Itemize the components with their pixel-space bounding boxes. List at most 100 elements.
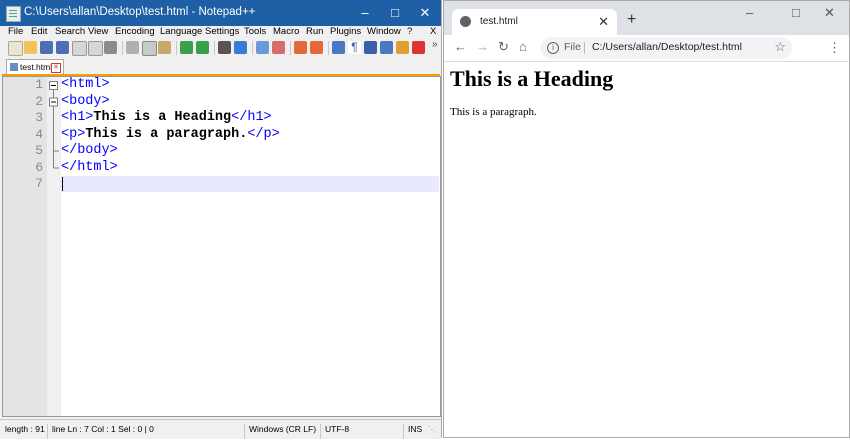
menu-language[interactable]: Language [160, 26, 202, 38]
menu-plugins[interactable]: Plugins [330, 26, 361, 38]
save-all-icon[interactable] [56, 41, 69, 54]
tab-label: test.html [20, 62, 53, 72]
minimize-icon[interactable]: – [746, 5, 753, 20]
code-line-2: <body> [61, 94, 110, 111]
menu-macro[interactable]: Macro [273, 26, 299, 38]
sync-horizontal-icon[interactable] [310, 41, 323, 54]
close-tab-icon[interactable]: ✕ [598, 14, 609, 30]
address-separator [584, 42, 585, 54]
menu-settings[interactable]: Settings [205, 26, 239, 38]
code-line-1: <html> [61, 77, 110, 94]
notepad-window-title: C:\Users\allan\Desktop\test.html - Notep… [24, 6, 256, 18]
bookmark-star-icon[interactable]: ☆ [774, 39, 786, 55]
tag-p-close: </p> [247, 126, 280, 142]
maximize-icon[interactable]: □ [380, 0, 410, 26]
toolbar-overflow-icon[interactable]: » [432, 39, 438, 50]
browser-menu-icon[interactable]: ⋮ [828, 40, 841, 56]
menu-run[interactable]: Run [306, 26, 323, 38]
print-icon[interactable] [104, 41, 117, 54]
browser-tab[interactable]: test.html ✕ [452, 9, 617, 35]
code-line-4: <p>This is a paragraph.</p> [61, 127, 280, 144]
status-encoding[interactable]: UTF-8 [325, 424, 349, 434]
address-bar[interactable]: i File C:/Users/allan/Desktop/test.html … [540, 37, 792, 59]
home-icon[interactable]: ⌂ [519, 39, 527, 54]
page-paragraph: This is a paragraph. [450, 106, 537, 118]
status-insert-mode[interactable]: INS [408, 424, 422, 434]
tag-body-open: <body> [61, 93, 110, 109]
tab-test-html[interactable]: test.html ✕ [6, 59, 64, 74]
toolbar-separator [122, 41, 123, 55]
record-macro-icon[interactable] [412, 41, 425, 54]
new-tab-icon[interactable]: + [627, 11, 636, 29]
menu-close-document[interactable]: X [430, 26, 436, 38]
close-tab-icon[interactable]: ✕ [51, 63, 61, 73]
status-eol[interactable]: Windows (CR LF) [249, 424, 316, 434]
reload-icon[interactable]: ↻ [498, 39, 509, 55]
rendered-page: This is a Heading This is a paragraph. [444, 62, 849, 437]
menu-view[interactable]: View [88, 26, 108, 38]
redo-icon[interactable] [196, 41, 209, 54]
menu-tools[interactable]: Tools [244, 26, 266, 38]
browser-toolbar: ← → ↻ ⌂ i File C:/Users/allan/Desktop/te… [444, 35, 849, 62]
status-separator [403, 424, 404, 439]
notepad-menubar: File Edit Search View Encoding Language … [0, 26, 441, 38]
find-icon[interactable] [218, 41, 231, 54]
menu-edit[interactable]: Edit [31, 26, 47, 38]
document-map-icon[interactable] [380, 41, 393, 54]
zoom-in-icon[interactable] [256, 41, 269, 54]
resize-grip-icon[interactable]: ⋱ [428, 425, 436, 434]
zoom-out-icon[interactable] [272, 41, 285, 54]
line-number: 3 [35, 110, 43, 125]
close-icon[interactable]: ✕ [410, 0, 440, 26]
back-arrow-icon[interactable]: ← [454, 39, 467, 54]
browser-window: test.html ✕ + – □ ✕ ← → ↻ ⌂ i File C:/Us… [443, 0, 850, 438]
undo-icon[interactable] [180, 41, 193, 54]
browser-tabstrip: test.html ✕ + – □ ✕ [444, 1, 849, 35]
menu-encoding[interactable]: Encoding [115, 26, 155, 38]
info-icon[interactable]: i [547, 42, 559, 54]
cut-icon[interactable] [126, 41, 139, 54]
toolbar-separator [214, 41, 215, 55]
maximize-icon[interactable]: □ [792, 5, 800, 20]
fold-margin [47, 77, 61, 416]
forward-arrow-icon[interactable]: → [476, 39, 489, 54]
menu-window[interactable]: Window [367, 26, 401, 38]
indent-guide-icon[interactable] [364, 41, 377, 54]
open-file-icon[interactable] [24, 41, 37, 54]
copy-icon[interactable] [142, 41, 157, 56]
close-file-icon[interactable] [72, 41, 87, 56]
tag-body-close: </body> [61, 143, 118, 158]
save-icon[interactable] [40, 41, 53, 54]
tag-h1-close: </h1> [231, 110, 272, 125]
line-number: 5 [35, 143, 43, 158]
code-editor[interactable]: 1 2 3 4 5 6 7 <html> <body> <h1>This is [2, 76, 441, 417]
function-list-icon[interactable] [396, 41, 409, 54]
notepad-toolbar: ¶ » [4, 39, 441, 57]
show-all-characters-icon[interactable]: ¶ [348, 41, 361, 54]
notepad-app-icon [6, 6, 21, 22]
close-all-icon[interactable] [88, 41, 103, 56]
sync-vertical-icon[interactable] [294, 41, 307, 54]
menu-search[interactable]: Search [55, 26, 85, 38]
replace-icon[interactable] [234, 41, 247, 54]
toolbar-separator [176, 41, 177, 55]
code-line-3: <h1>This is a Heading</h1> [61, 110, 272, 127]
code-line-5: </body> [61, 143, 118, 160]
line-number-gutter: 1 2 3 4 5 6 7 [3, 77, 47, 416]
address-url[interactable]: C:/Users/allan/Desktop/test.html [592, 41, 742, 53]
heading-text: This is a Heading [93, 110, 232, 125]
tag-p-open: <p> [61, 126, 86, 142]
close-icon[interactable]: ✕ [824, 5, 835, 21]
minimize-icon[interactable]: – [350, 0, 380, 26]
file-icon [10, 63, 18, 71]
new-file-icon[interactable] [8, 41, 23, 56]
notepad-titlebar[interactable]: C:\Users\allan\Desktop\test.html - Notep… [0, 0, 441, 26]
word-wrap-icon[interactable] [332, 41, 345, 54]
paste-icon[interactable] [158, 41, 171, 54]
notepad-window: C:\Users\allan\Desktop\test.html - Notep… [0, 0, 442, 439]
menu-help[interactable]: ? [407, 26, 412, 38]
notepad-statusbar: length : 91 line Ln : 7 Col : 1 Sel : 0 … [0, 419, 441, 439]
current-line-highlight [61, 176, 439, 192]
fold-markers-icon[interactable] [47, 77, 61, 187]
menu-file[interactable]: File [8, 26, 23, 38]
